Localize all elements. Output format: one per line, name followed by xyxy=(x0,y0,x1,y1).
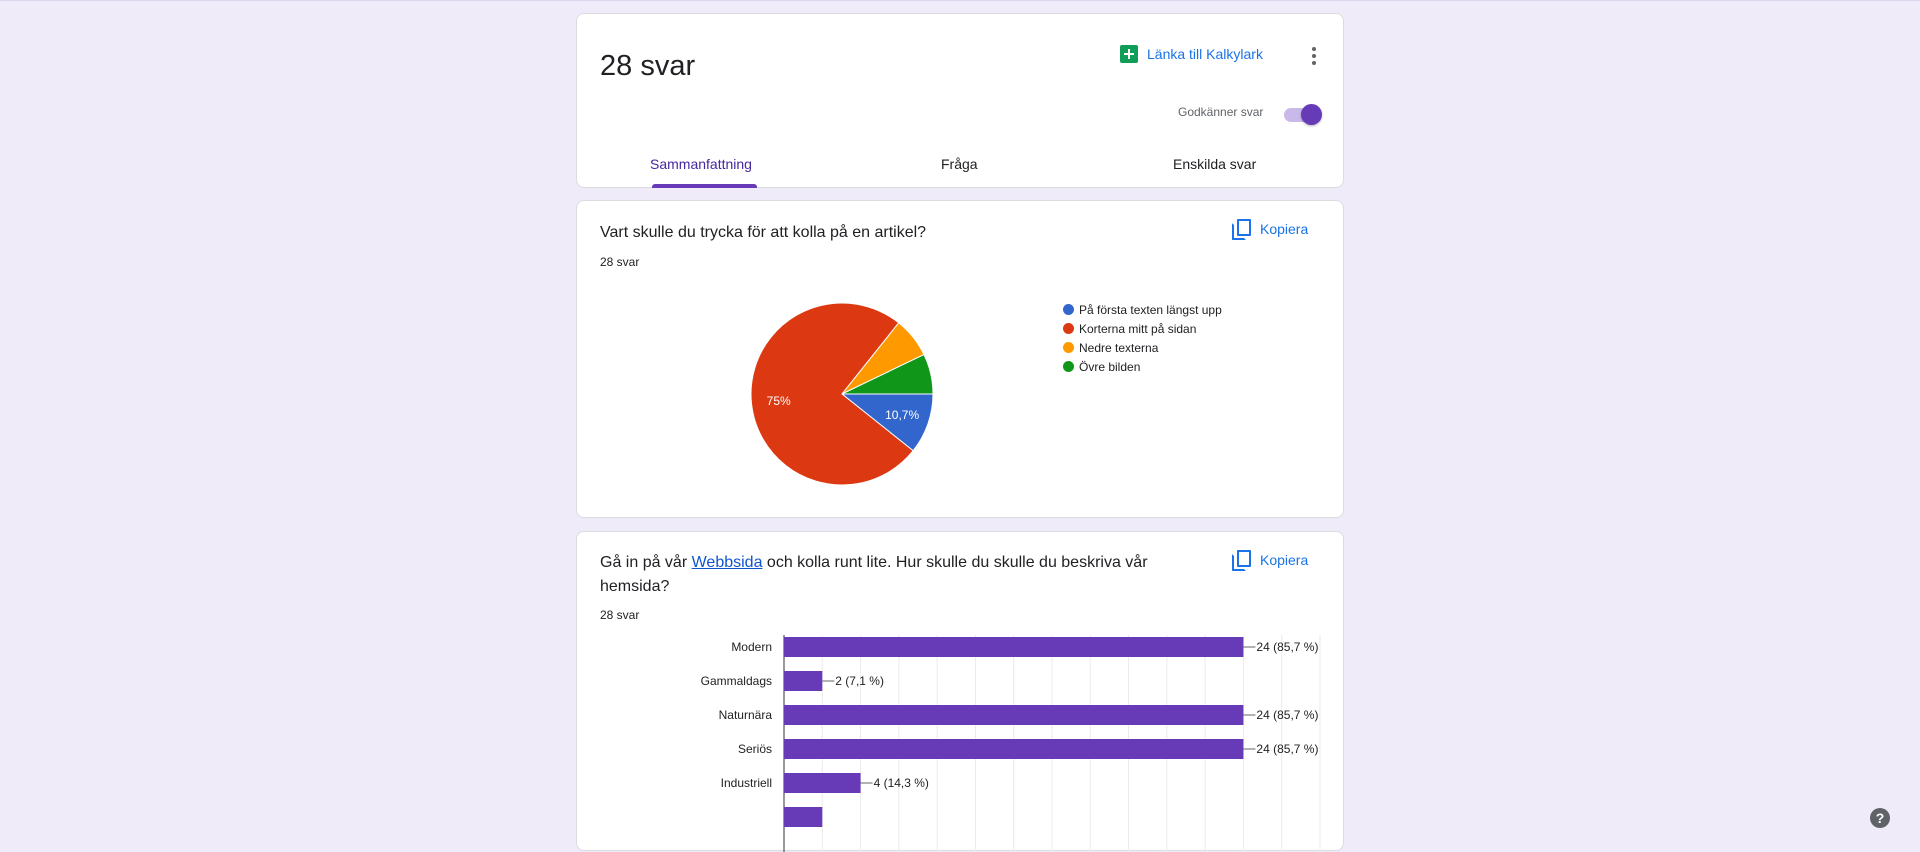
responses-count-title: 28 svar xyxy=(600,50,696,82)
link-to-sheets-label: Länka till Kalkylark xyxy=(1147,46,1263,62)
legend-item: På första texten längst upp xyxy=(1063,300,1222,319)
pie-slice-label: 75% xyxy=(767,394,791,408)
pie-legend: På första texten längst upp Korterna mitt… xyxy=(1063,300,1222,376)
data-label: 24 (85,7 %) xyxy=(1256,708,1318,722)
bar-chart: Modern 24 (85,7 %) Gammaldags 2 (7,1 %) Natu… xyxy=(701,635,1321,852)
bar xyxy=(784,773,861,793)
bar xyxy=(784,637,1244,657)
tab-question[interactable]: Fråga xyxy=(941,156,978,172)
legend-item: Övre bilden xyxy=(1063,357,1222,376)
legend-swatch xyxy=(1063,323,1074,334)
category-label: Seriös xyxy=(738,742,772,756)
legend-swatch xyxy=(1063,304,1074,315)
tab-individual-responses[interactable]: Enskilda svar xyxy=(1173,156,1256,172)
tab-summary[interactable]: Sammanfattning xyxy=(650,156,752,172)
category-label: Industriell xyxy=(721,776,772,790)
legend-label: Övre bilden xyxy=(1079,359,1141,374)
data-label: 2 (7,1 %) xyxy=(835,674,884,688)
category-label: Modern xyxy=(731,640,772,654)
legend-item: Korterna mitt på sidan xyxy=(1063,319,1222,338)
accepting-responses-toggle[interactable] xyxy=(1284,104,1322,125)
pie-slice-label: 10,7% xyxy=(885,408,919,422)
top-border xyxy=(0,0,1920,1)
bar xyxy=(784,671,823,691)
data-label: 4 (14,3 %) xyxy=(874,776,929,790)
question-card-2: Gå in på vår Webbsida och kolla runt lit… xyxy=(576,531,1344,852)
more-options-icon[interactable] xyxy=(1302,44,1326,68)
active-tab-indicator xyxy=(652,184,757,188)
legend-label: På första texten längst upp xyxy=(1079,302,1222,317)
legend-swatch xyxy=(1063,342,1074,353)
toggle-knob xyxy=(1301,104,1322,125)
legend-swatch xyxy=(1063,361,1074,372)
summary-header-card: 28 svar Länka till Kalkylark Godkänner s… xyxy=(576,13,1344,188)
legend-item: Nedre texterna xyxy=(1063,338,1222,357)
pie-chart: 10,7% 75% xyxy=(750,302,934,486)
category-label: Gammaldags xyxy=(701,674,772,688)
bar xyxy=(784,739,1244,759)
legend-label: Korterna mitt på sidan xyxy=(1079,321,1197,336)
bar xyxy=(784,807,823,827)
legend-label: Nedre texterna xyxy=(1079,340,1159,355)
sheets-icon xyxy=(1120,45,1138,63)
bar xyxy=(784,705,1244,725)
category-label: Naturnära xyxy=(719,708,773,722)
data-label: 24 (85,7 %) xyxy=(1256,640,1318,654)
link-to-sheets-button[interactable]: Länka till Kalkylark xyxy=(1120,45,1263,63)
accepting-responses-label: Godkänner svar xyxy=(1178,105,1264,119)
question-card-1: Vart skulle du trycka för att kolla på e… xyxy=(576,200,1344,518)
help-icon[interactable]: ? xyxy=(1870,808,1890,828)
data-label: 24 (85,7 %) xyxy=(1256,742,1318,756)
